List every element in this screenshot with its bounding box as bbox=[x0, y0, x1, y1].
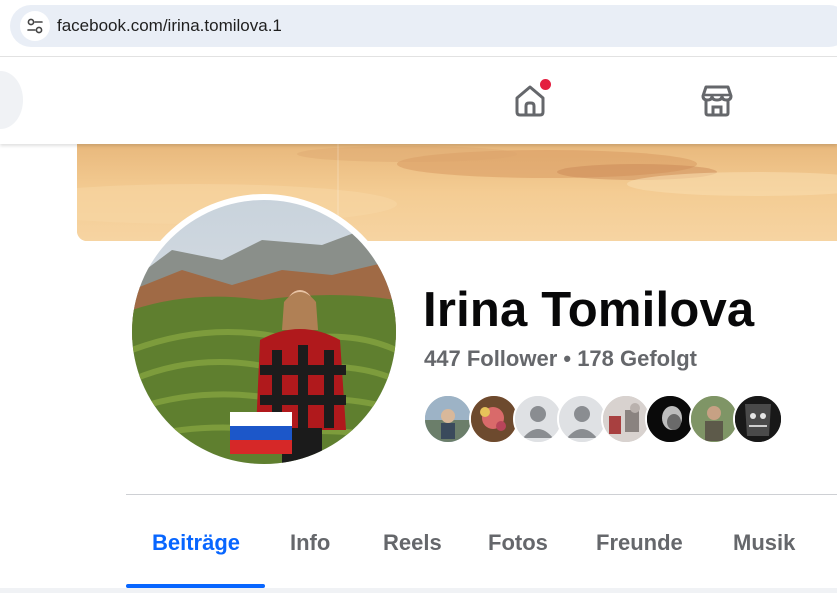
marketplace-icon bbox=[701, 85, 733, 117]
notification-dot bbox=[538, 77, 553, 92]
profile-name: Irina Tomilova bbox=[423, 283, 755, 337]
friend-avatar[interactable] bbox=[645, 394, 695, 444]
site-info-icon[interactable] bbox=[20, 11, 50, 41]
search-button[interactable] bbox=[0, 71, 23, 129]
follower-stats[interactable]: 447 Follower • 178 Gefolgt bbox=[424, 346, 697, 372]
profile-photo[interactable] bbox=[132, 200, 396, 464]
tab-info[interactable]: Info bbox=[290, 495, 330, 590]
content-background bbox=[0, 588, 837, 593]
friend-avatar[interactable] bbox=[601, 394, 651, 444]
home-nav-button[interactable] bbox=[505, 75, 555, 125]
friend-avatar[interactable] bbox=[733, 394, 783, 444]
tab-beitraege[interactable]: Beiträge bbox=[152, 495, 240, 590]
friend-avatar[interactable] bbox=[469, 394, 519, 444]
profile-tabs: Beiträge Info Reels Fotos Freunde Musik bbox=[126, 495, 837, 590]
url-field[interactable]: facebook.com/irina.tomilova.1 bbox=[10, 5, 837, 47]
url-text[interactable]: facebook.com/irina.tomilova.1 bbox=[57, 16, 282, 36]
tab-reels[interactable]: Reels bbox=[383, 495, 442, 590]
facebook-top-nav bbox=[0, 57, 837, 144]
tab-freunde[interactable]: Freunde bbox=[596, 495, 683, 590]
friend-avatars bbox=[423, 394, 783, 444]
friend-avatar[interactable] bbox=[689, 394, 739, 444]
friend-avatar[interactable] bbox=[423, 394, 473, 444]
tab-fotos[interactable]: Fotos bbox=[488, 495, 548, 590]
friend-avatar-default[interactable] bbox=[513, 394, 563, 444]
friend-avatar-default[interactable] bbox=[557, 394, 607, 444]
profile-picture[interactable] bbox=[126, 194, 402, 470]
browser-address-bar: facebook.com/irina.tomilova.1 bbox=[0, 0, 837, 57]
tab-musik[interactable]: Musik bbox=[733, 495, 795, 590]
marketplace-nav-button[interactable] bbox=[692, 75, 742, 125]
russian-flag bbox=[230, 412, 292, 454]
